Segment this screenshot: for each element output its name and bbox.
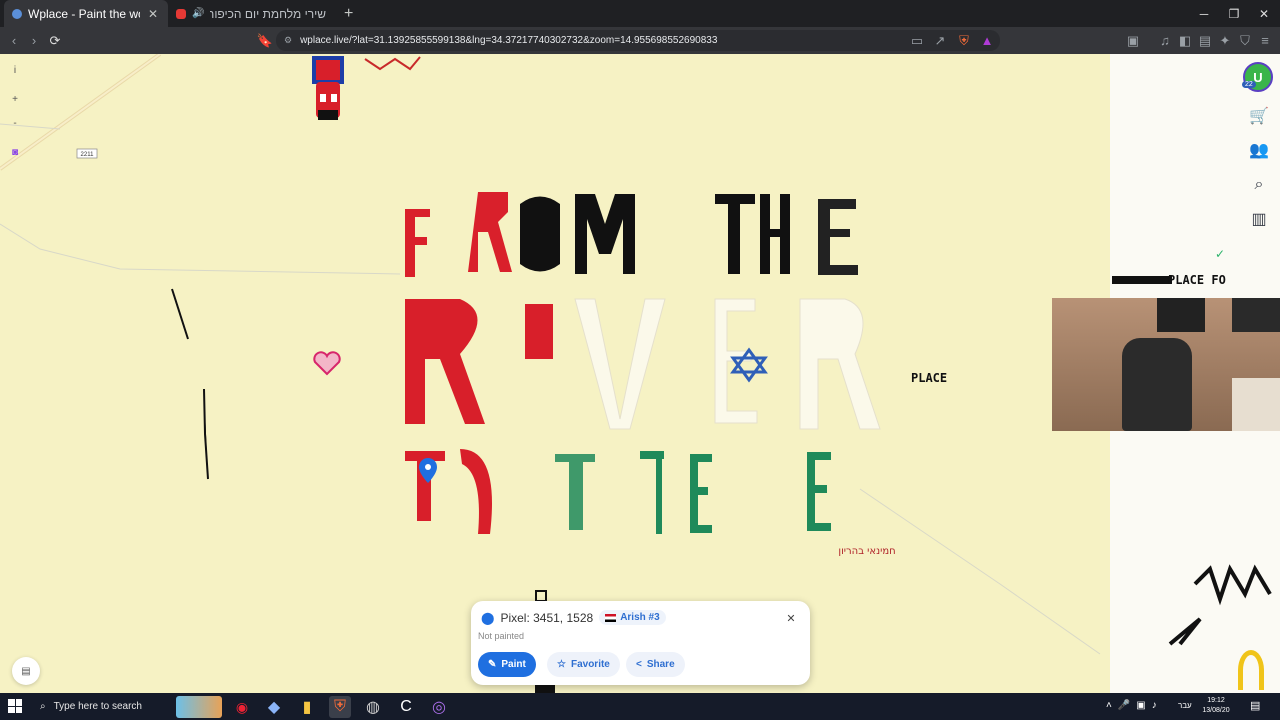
pixel-info-panel: ⬤ Pixel: 3451, 1528 Arish #3 Not painted… [471,601,810,685]
brave-rewards-icon[interactable]: ▲ [975,29,999,53]
location-pin-icon: ⬤ [481,610,495,625]
app-icon-1[interactable]: ◉ [231,696,253,718]
taskbar-search[interactable]: ⌕ Type here to search [32,693,166,720]
url-text: wplace.live/?lat=31.13925855599138&lng=3… [300,35,718,46]
region-badge[interactable]: Arish #3 [599,610,666,625]
pixel-art-river [405,298,881,430]
leaderboard-icon[interactable]: ▥ [1247,207,1271,231]
share-icon: < [636,659,642,670]
pixel-coordinates: Pixel: 3451, 1528 [500,610,594,625]
webcam-overlay [1052,298,1280,431]
brave-taskbar-icon[interactable]: ⛨ [329,696,351,718]
bookmark-icon[interactable]: 🔖 [253,29,277,53]
brush-icon: ✎ [488,659,497,670]
search-placeholder: Type here to search [53,701,142,712]
search-highlight-icon[interactable] [176,696,222,718]
clock-date: 13/08/20 [1202,707,1230,714]
search-location-icon[interactable]: ⌕ [1247,173,1271,197]
region-name: Arish #3 [620,612,660,623]
address-bar[interactable]: ⚙ wplace.live/?lat=31.13925855599138&lng… [276,30,1000,51]
browser-tab-strip: Wplace - Paint the world ✕ 🔊 שירי מלחמת … [0,0,1280,27]
screen: Wplace - Paint the world ✕ 🔊 שירי מלחמת … [0,0,1280,720]
users-icon[interactable]: 👥 [1247,138,1271,162]
star-icon: ☆ [557,659,566,670]
favorite-button[interactable]: ☆ Favorite [547,652,620,677]
egypt-flag-icon [605,613,617,622]
cart-icon[interactable]: 🛒 [1247,104,1271,128]
layers-button[interactable]: ▤ [12,657,40,685]
language-indicator[interactable]: עבר [1178,701,1192,710]
reader-icon[interactable]: ▣ [1121,29,1145,53]
file-explorer-icon[interactable]: ▮ [296,696,318,718]
check-icon: ✓ [1215,247,1225,261]
tray-icons[interactable]: ˄🎤▣♪ [1106,700,1163,711]
brave-shield-icon[interactable]: ⛨ [952,29,976,53]
site-info-icon[interactable]: ⚙ [284,35,292,46]
globe-icon [12,8,22,19]
tab-youtube[interactable]: 🔊 שירי מלחמת יום הכיפורים - יום ה׳ [168,0,334,27]
clock[interactable]: 19:12 13/08/20 [1198,696,1234,716]
tab-title: שירי מלחמת יום הכיפורים - יום ה׳ [210,6,326,21]
paint-status: Not painted [478,631,525,641]
app-icon-2[interactable]: ◍ [362,696,384,718]
paint-button[interactable]: ✎ Paint [478,652,536,677]
windows-taskbar: ⌕ Type here to search ◉ ◆ ▮ ⛨ ◍ C ◎ ˄🎤▣♪… [0,693,1280,720]
share-button[interactable]: < Share [626,652,685,677]
info-button[interactable]: i [5,60,25,80]
paint-label: Paint [501,659,526,670]
map-canvas[interactable]: 2211 PLACE FO PLACE חמינאי בהריון ✓ i + … [0,54,1280,693]
favorite-label: Favorite [570,659,610,670]
browser-toolbar: ‹ › ⟳ 🔖 ⚙ wplace.live/?lat=31.1392585559… [0,27,1280,54]
canvas-text-1: PLACE FO [1168,273,1226,287]
menu-icon[interactable]: ≡ [1253,29,1277,53]
pixel-art-spiderman [312,56,344,120]
close-tab-icon[interactable]: ✕ [146,7,160,21]
pixel-art-to-the [405,449,831,534]
restore-button[interactable]: ❐ [1218,0,1250,27]
twitch-icon[interactable]: ◙ [5,142,25,162]
tab-wplace[interactable]: Wplace - Paint the world ✕ [4,0,168,27]
speaker-icon[interactable]: 🔊 [192,8,204,19]
avatar-badge: 22 [1242,81,1256,88]
cast-icon[interactable]: ▭ [905,29,929,53]
close-window-button[interactable]: ✕ [1248,0,1280,27]
pixel-art-from-the [405,192,858,277]
zoom-out-button[interactable]: - [5,113,25,133]
ribbon-icon[interactable] [1238,650,1264,690]
windows-start-icon[interactable] [8,699,22,713]
share-page-icon[interactable]: ↗ [928,29,952,53]
pixel-row: ⬤ Pixel: 3451, 1528 Arish #3 [481,610,666,625]
road-label: 2211 [81,152,95,158]
steam-icon[interactable]: ◆ [263,696,285,718]
search-icon: ⌕ [40,701,46,712]
minimize-button[interactable]: ─ [1188,0,1220,27]
app-icon-3[interactable]: ◎ [428,696,450,718]
notification-icon[interactable]: ▤ [1250,699,1260,712]
zoom-in-button[interactable]: + [5,89,25,109]
youtube-icon [176,8,186,19]
share-label: Share [646,659,675,670]
new-tab-button[interactable]: + [334,0,363,27]
ccleaner-icon[interactable]: C [395,696,417,718]
clock-time: 19:12 [1207,697,1225,704]
close-panel-button[interactable]: ✕ [782,609,800,627]
reload-icon[interactable]: ⟳ [43,29,67,53]
hebrew-pixel-tag: חמינאי בהריון [838,546,895,557]
tab-title: Wplace - Paint the world [28,6,140,21]
canvas-text-2: PLACE [911,371,947,385]
